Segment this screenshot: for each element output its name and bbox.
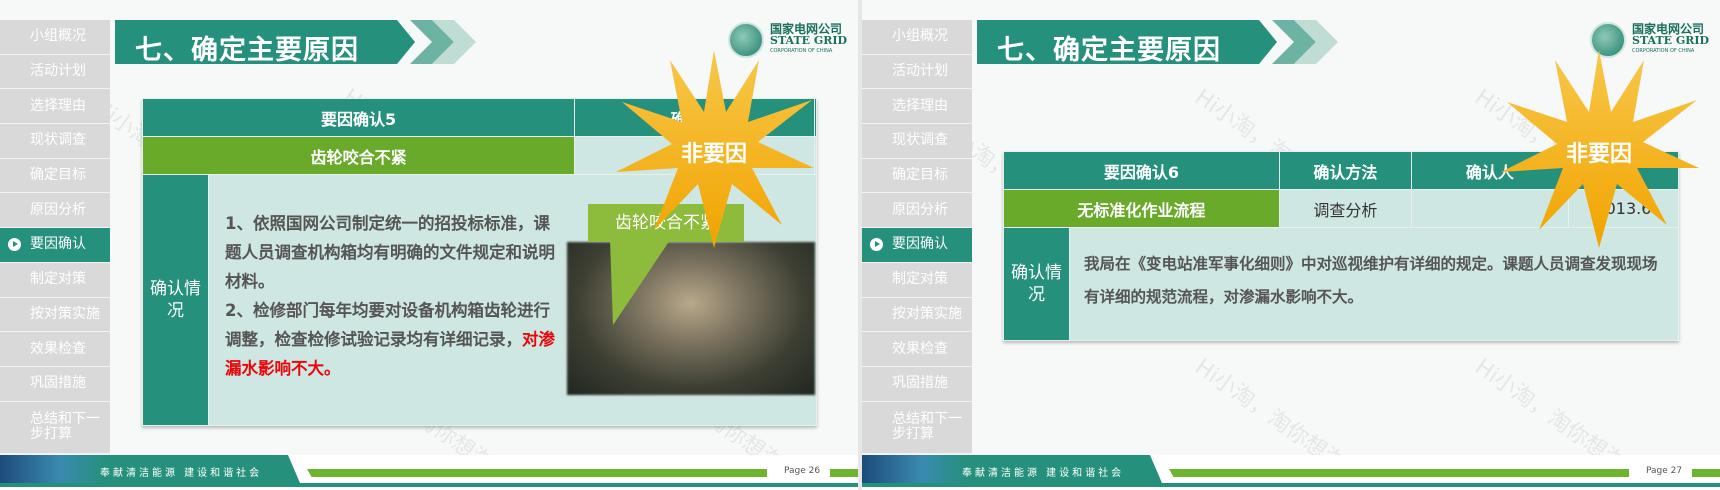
footer-slogan: 奉献清洁能源 建设和谐社会 (100, 468, 263, 479)
factor-name: 无标准化作业流程 (1003, 189, 1280, 228)
page-title: 七、确定主要原因 (977, 20, 1277, 64)
sidebar-item-label: 要因确认 (892, 236, 948, 253)
footer-bar (1692, 469, 1720, 477)
sidebar-item[interactable]: 按对策实施 (0, 297, 110, 333)
footer-slogan: 奉献清洁能源 建设和谐社会 (962, 468, 1125, 479)
sidebar-item[interactable]: 活动计划 (862, 54, 972, 90)
footer-banner: 奉献清洁能源 建设和谐社会 (0, 455, 300, 483)
sidebar-item-label: 总结和下一步打算 (892, 411, 962, 443)
badge-text: 非要因 (1565, 142, 1632, 167)
sidebar-item[interactable]: 原因分析 (0, 193, 110, 229)
sidebar-item-label: 按对策实施 (892, 305, 962, 322)
sidebar-item[interactable]: 效果检查 (0, 332, 110, 367)
sidebar-item-label: 小组概况 (30, 28, 86, 45)
sidebar-item-label: 现状调查 (892, 132, 948, 149)
sidebar-item[interactable]: 效果检查 (862, 332, 972, 367)
header-method: 确认方法 (1278, 151, 1412, 190)
sidebar-item[interactable]: 确定目标 (862, 158, 972, 194)
sidebar-item[interactable]: 现状调查 (0, 124, 110, 159)
sidebar-item[interactable]: 总结和下一步打算 (0, 401, 110, 454)
sidebar-item-label: 效果检查 (30, 340, 86, 357)
sidebar-item-label: 效果检查 (892, 340, 948, 357)
confirm-label: 确认情况 (1003, 227, 1070, 341)
non-cause-badge: 非要因 (614, 50, 814, 250)
gear-photo (567, 242, 815, 395)
sidebar-item-label: 选择理由 (892, 97, 948, 114)
header-factor: 要因确认6 (1003, 151, 1280, 190)
sidebar-item-label: 确定目标 (892, 167, 948, 184)
sidebar-item-label: 现状调查 (30, 132, 86, 149)
factor-name: 齿轮咬合不紧 (141, 136, 576, 175)
page-title: 七、确定主要原因 (115, 20, 415, 64)
sidebar-nav: 小组概况 活动计划 选择理由 现状调查 确定目标 原因分析 要因确认 制定对策 … (862, 20, 972, 454)
sidebar-item-label: 确定目标 (30, 167, 86, 184)
non-cause-badge: 非要因 (1499, 50, 1699, 250)
confirm-label: 确认情况 (142, 174, 209, 426)
sidebar-item[interactable]: 巩固措施 (0, 366, 110, 402)
sidebar-item[interactable]: 总结和下一步打算 (862, 401, 972, 454)
sidebar-item-active[interactable]: 要因确认 (0, 228, 110, 263)
footer: 奉献清洁能源 建设和谐社会 Page 26 (0, 455, 858, 490)
footer: 奉献清洁能源 建设和谐社会 Page 27 (862, 455, 1720, 490)
logo-cn: 国家电网公司 (1632, 21, 1705, 36)
sidebar-item[interactable]: 制定对策 (862, 262, 972, 298)
sidebar-item-label: 巩固措施 (30, 375, 86, 392)
finding-2: 2、检修部门每年均要对设备机构箱齿轮进行调整，检查检修试验记录均有详细记录， (225, 301, 550, 349)
sidebar-item[interactable]: 小组概况 (862, 20, 972, 55)
sidebar-item[interactable]: 选择理由 (0, 89, 110, 125)
sidebar-item[interactable]: 活动计划 (0, 54, 110, 90)
sidebar-item-label: 按对策实施 (30, 305, 100, 322)
sidebar-item-label: 制定对策 (892, 271, 948, 288)
date-cell (814, 136, 817, 175)
logo-cn: 国家电网公司 (770, 21, 843, 36)
slide-page-27: Hi小淘，淘你想淘! Hi小淘，淘你想淘! Hi小淘，淘你想淘! Hi小淘，淘你… (862, 0, 1720, 490)
footer-bar (1169, 469, 1629, 477)
footer-banner: 奉献清洁能源 建设和谐社会 (862, 455, 1162, 483)
sidebar-item[interactable]: 按对策实施 (862, 297, 972, 333)
page-number: Page 27 (1646, 466, 1683, 476)
sidebar-item-label: 选择理由 (30, 97, 86, 114)
sidebar-item-label: 原因分析 (30, 201, 86, 218)
sidebar-item[interactable]: 制定对策 (0, 262, 110, 298)
badge-text: 非要因 (680, 142, 747, 167)
sidebar-item-label: 活动计划 (30, 63, 86, 80)
footer-bar (830, 469, 858, 477)
logo-en: STATE GRID (770, 33, 848, 47)
sidebar-item-label: 活动计划 (892, 63, 948, 80)
footer-strip (862, 483, 1720, 487)
header-factor: 要因确认5 (141, 98, 576, 137)
footer-bar (307, 469, 767, 477)
sidebar-item-label: 总结和下一步打算 (30, 411, 100, 443)
header-date (814, 98, 817, 137)
logo-en: STATE GRID (1632, 33, 1710, 47)
sidebar-item-active[interactable]: 要因确认 (862, 228, 972, 263)
page-number: Page 26 (784, 466, 821, 476)
sidebar-item-label: 原因分析 (892, 201, 948, 218)
sidebar-item[interactable]: 选择理由 (862, 89, 972, 125)
play-circle-icon (8, 238, 21, 252)
method-cell: 调查分析 (1278, 189, 1412, 228)
sidebar-item-label: 制定对策 (30, 271, 86, 288)
sidebar-item-label: 要因确认 (30, 236, 86, 253)
play-circle-icon (870, 238, 883, 252)
sidebar-item[interactable]: 现状调查 (862, 124, 972, 159)
finding-1: 1、依照国网公司制定统一的招投标标准，课题人员调查机构箱均有明确的文件规定和说明… (225, 214, 555, 291)
sidebar-item-label: 巩固措施 (892, 375, 948, 392)
sidebar-item[interactable]: 原因分析 (862, 193, 972, 229)
footer-strip (0, 483, 858, 487)
sidebar-item[interactable]: 巩固措施 (862, 366, 972, 402)
sidebar-item-label: 小组概况 (892, 28, 948, 45)
slide-page-26: Hi小淘，淘你想淘! Hi小淘，淘你想淘! Hi小淘，淘你想淘! Hi小淘，淘你… (0, 0, 858, 490)
sidebar-item[interactable]: 小组概况 (0, 20, 110, 55)
sidebar-nav: 小组概况 活动计划 选择理由 现状调查 确定目标 原因分析 要因确认 制定对策 … (0, 20, 110, 454)
sidebar-item[interactable]: 确定目标 (0, 158, 110, 194)
